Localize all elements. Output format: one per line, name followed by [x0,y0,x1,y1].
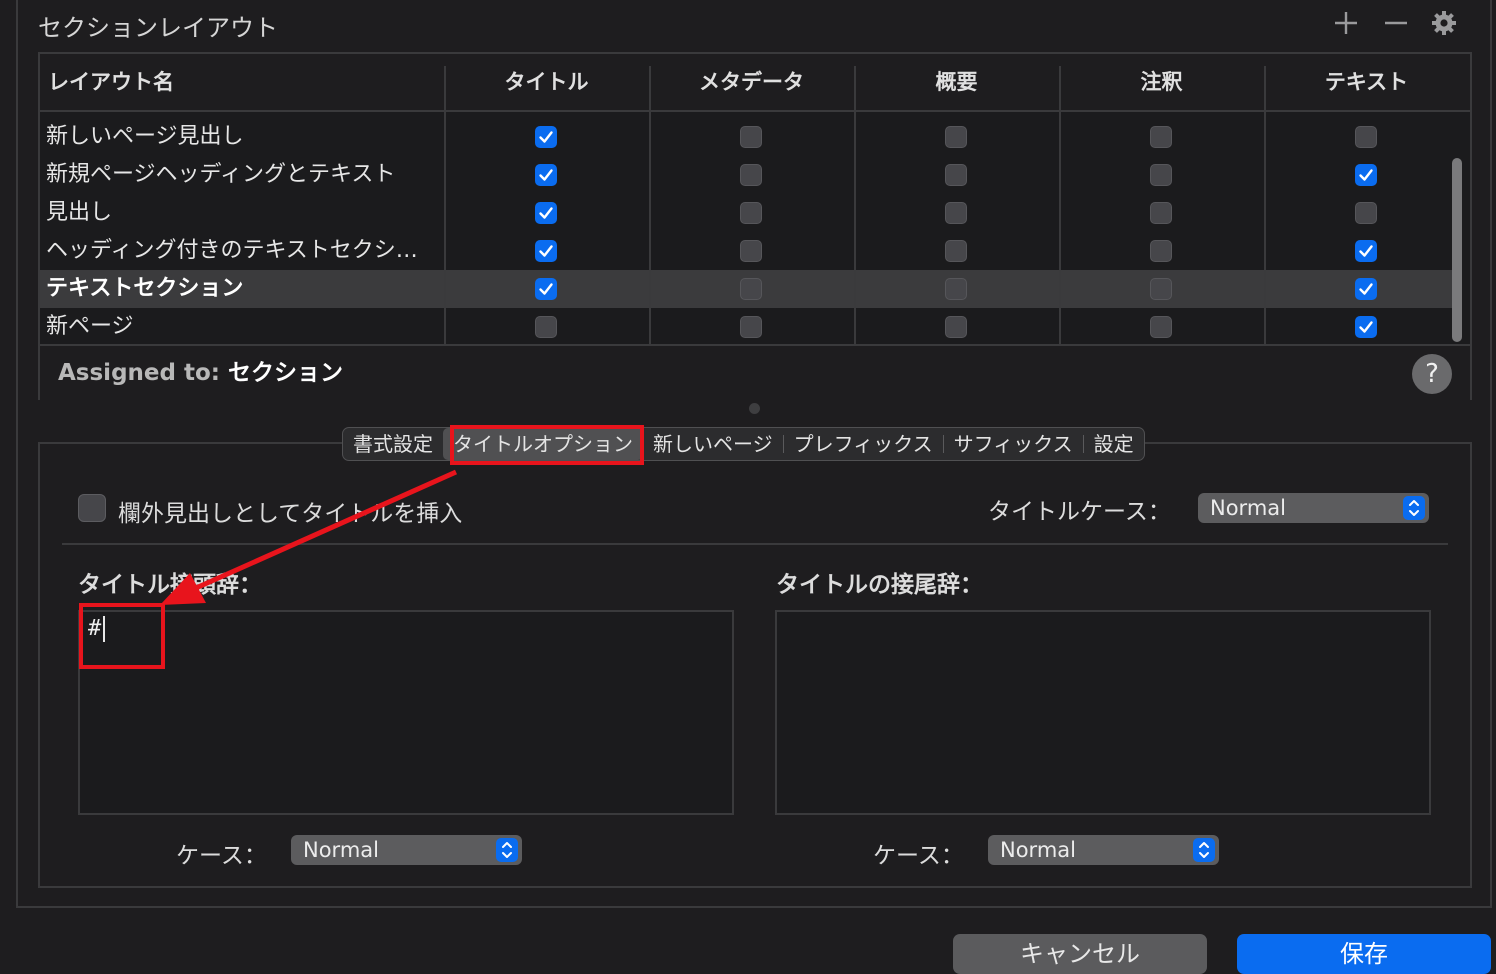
save-button[interactable]: 保存 [1237,934,1491,974]
annotation-arrow [160,469,458,605]
cancel-button[interactable]: キャンセル [953,934,1207,974]
